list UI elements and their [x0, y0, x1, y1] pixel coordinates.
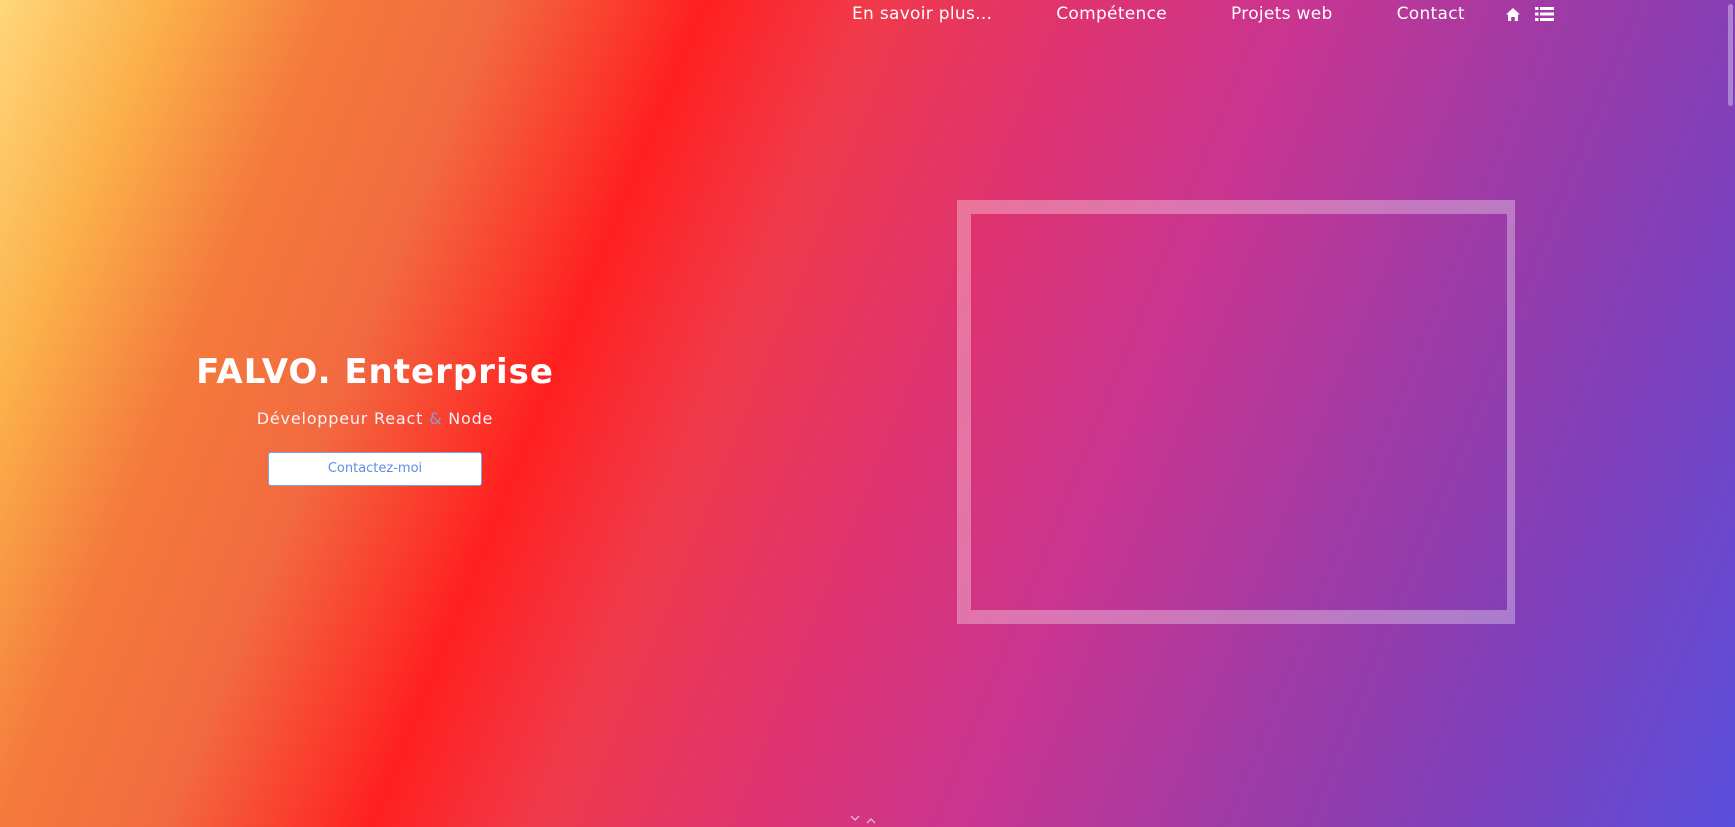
contact-button[interactable]: Contactez-moi	[268, 452, 482, 486]
page-scrollbar[interactable]	[1725, 0, 1735, 827]
nav-link-contact[interactable]: Contact	[1397, 4, 1465, 24]
scrollbar-thumb[interactable]	[1728, 4, 1733, 106]
nav-link-skills[interactable]: Compétence	[1056, 4, 1167, 24]
home-icon[interactable]	[1503, 4, 1523, 24]
hero-section: FALVO. Enterprise Développeur React & No…	[150, 350, 600, 486]
profile-photo	[957, 200, 1515, 624]
nav-link-web-projects[interactable]: Projets web	[1231, 4, 1333, 24]
hero-subtitle: Développeur React & Node	[150, 408, 600, 430]
subtitle-ampersand: &	[429, 409, 443, 428]
hero-title: FALVO. Enterprise	[196, 352, 554, 392]
subtitle-react: Développeur React	[256, 409, 424, 428]
top-nav: En savoir plus... Compétence Projets web…	[852, 0, 1555, 28]
subtitle-node: Node	[448, 409, 494, 428]
scroll-down-icon[interactable]	[843, 814, 883, 827]
nav-link-about[interactable]: En savoir plus...	[852, 4, 992, 24]
list-icon[interactable]	[1535, 4, 1555, 24]
